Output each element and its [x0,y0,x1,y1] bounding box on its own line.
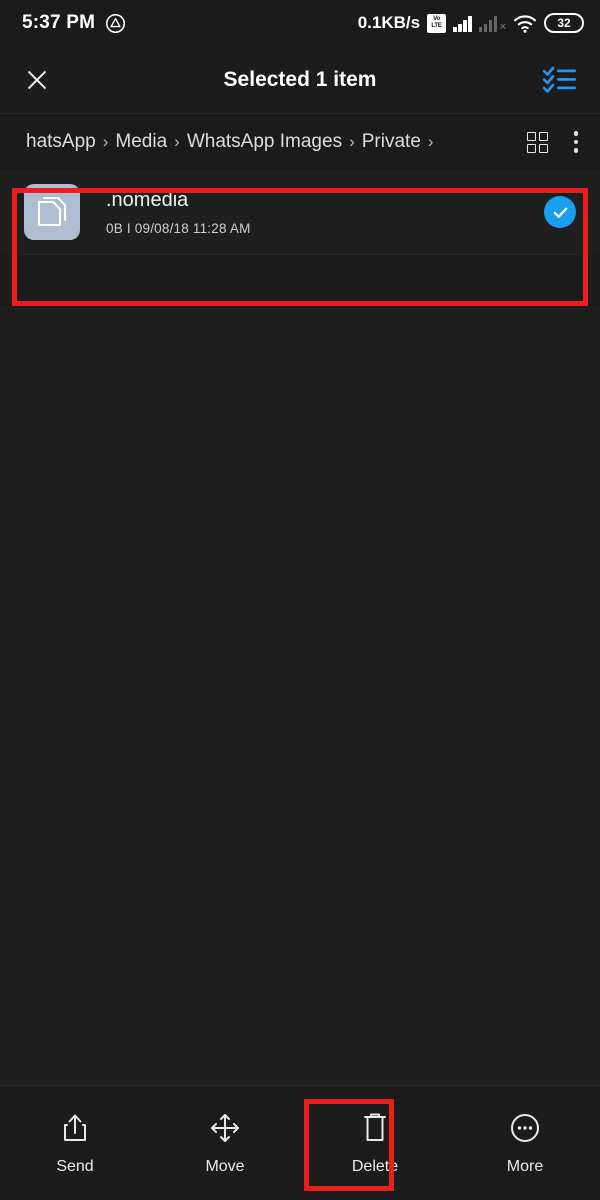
file-list: .nomedia 0B I 09/08/18 11:28 AM [0,170,600,255]
file-details: 0B I 09/08/18 11:28 AM [106,221,544,236]
bottom-action-bar: Send Move Delete More [0,1085,600,1200]
close-selection-button[interactable] [22,65,52,95]
battery-level-text: 32 [557,16,571,30]
no-service-mark: × [499,20,506,33]
grid-view-icon[interactable] [526,131,548,153]
breadcrumb: hatsApp › Media › WhatsApp Images › Priv… [26,131,527,153]
delete-label: Delete [351,1157,399,1175]
wifi-icon [513,15,537,33]
move-label: Move [205,1157,245,1175]
trash-delete-icon [361,1111,389,1145]
signal-bars-full-icon [453,15,472,32]
file-size: 0B [106,220,123,236]
status-bar: 5:37 PM 0.1KB/s Vo LTE × 32 [0,0,600,46]
breadcrumb-item-0[interactable]: hatsApp [26,131,96,153]
breadcrumb-separator-0: › [102,132,109,151]
signal-bars-no-service-icon: × [478,15,506,33]
breadcrumb-item-2[interactable]: WhatsApp Images [187,131,342,153]
row-checkbox-selected[interactable] [544,196,576,228]
select-all-button[interactable] [542,65,578,95]
share-upload-icon [60,1111,90,1145]
document-copy-icon [37,196,67,227]
file-name: .nomedia [106,188,189,211]
delete-button[interactable]: Delete [300,1111,450,1176]
file-thumbnail [24,184,80,240]
breadcrumb-separator-2: › [349,132,355,151]
triangle-circle-icon [106,13,126,33]
volte-top-text: Vo [433,16,440,22]
more-vertical-icon[interactable] [573,131,578,153]
app-bar: Selected 1 item [0,46,600,114]
breadcrumb-separator-3: › [427,132,434,151]
table-row[interactable]: .nomedia 0B I 09/08/18 11:28 AM [0,170,600,254]
more-circle-icon [509,1111,541,1145]
data-rate-text: 0.1KB/s [357,13,421,32]
close-icon [22,65,52,95]
more-label: More [506,1157,544,1175]
move-arrows-icon [209,1111,241,1145]
select-all-checklist-icon [542,66,576,93]
volte-icon: Vo LTE [427,13,447,33]
row-divider [24,254,576,255]
breadcrumb-item-3[interactable]: Private [362,131,421,153]
move-button[interactable]: Move [150,1111,300,1176]
send-button[interactable]: Send [0,1111,150,1176]
breadcrumb-bar: hatsApp › Media › WhatsApp Images › Priv… [0,114,600,170]
more-button[interactable]: More [450,1111,600,1176]
send-label: Send [56,1157,94,1175]
checkmark-icon [553,207,567,218]
status-bar-right: 0.1KB/s Vo LTE × 32 [358,13,584,33]
file-date: 09/08/18 11:28 AM [134,220,251,236]
breadcrumb-separator-1: › [174,132,180,151]
phone-screen: 5:37 PM 0.1KB/s Vo LTE × 32 Selected 1 i… [0,0,600,1200]
breadcrumb-item-1[interactable]: Media [115,131,167,153]
status-bar-left: 5:37 PM [22,12,126,34]
page-title: Selected 1 item [223,67,377,91]
battery-indicator: 32 [544,13,584,33]
status-time: 5:37 PM [22,12,96,33]
file-meta: .nomedia 0B I 09/08/18 11:28 AM [106,189,544,236]
empty-list-area [0,306,600,1085]
meta-separator: I [126,220,131,236]
volte-bottom-text: LTE [431,23,442,29]
